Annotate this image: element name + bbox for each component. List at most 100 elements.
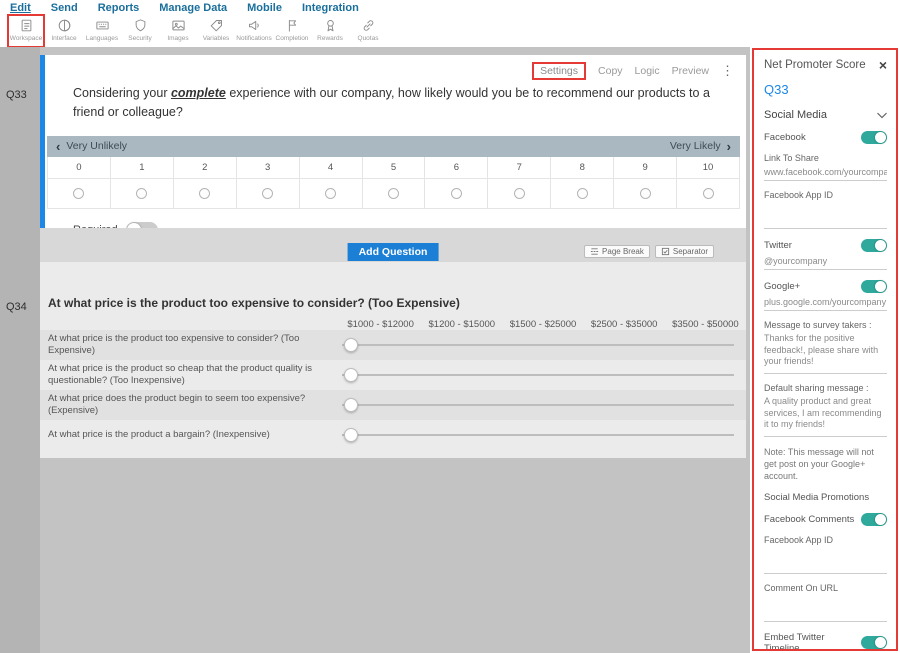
radio-button[interactable] xyxy=(199,188,210,199)
google-plus-toggle[interactable] xyxy=(861,280,887,293)
quotas-icon xyxy=(361,18,376,33)
settings-button[interactable]: Settings xyxy=(532,62,586,80)
chevron-left-icon[interactable]: ‹ xyxy=(56,139,60,154)
price-slider xyxy=(342,368,734,382)
menu-manage-data[interactable]: Manage Data xyxy=(159,2,227,15)
facebook-toggle[interactable] xyxy=(861,131,887,144)
nps-left-anchor: Very Unlikely xyxy=(66,140,127,152)
google-plus-label: Google+ xyxy=(764,281,800,292)
logic-button[interactable]: Logic xyxy=(635,65,660,77)
more-options-icon[interactable]: ⋮ xyxy=(721,63,734,79)
toolbar-notifications[interactable]: Notifications xyxy=(236,15,272,47)
panel-question-link[interactable]: Q33 xyxy=(764,82,887,97)
copy-button[interactable]: Copy xyxy=(598,65,623,77)
radio-button[interactable] xyxy=(514,188,525,199)
price-slider xyxy=(342,398,734,412)
menu-reports[interactable]: Reports xyxy=(98,2,140,15)
nps-scale-header: ‹Very Unlikely Very Likely› xyxy=(47,136,740,157)
nps-radio-cell xyxy=(425,179,488,209)
notifications-icon xyxy=(247,18,262,33)
toolbar-interface[interactable]: Interface xyxy=(46,15,82,47)
nps-number: 4 xyxy=(300,157,363,179)
slider-track[interactable] xyxy=(342,404,734,406)
radio-button[interactable] xyxy=(325,188,336,199)
comment-on-url-input[interactable] xyxy=(764,595,887,622)
nps-scale: ‹Very Unlikely Very Likely› 0 1 2 3 4 5 … xyxy=(47,136,740,209)
chevron-down-icon xyxy=(877,112,887,119)
embed-twitter-timeline-label: Embed Twitter Timeline xyxy=(764,632,861,651)
slider-track[interactable] xyxy=(342,344,734,346)
toolbar-quotas[interactable]: Quotas xyxy=(350,15,386,47)
twitter-row: Twitter xyxy=(764,239,887,252)
toolbar: Workspace Interface Languages Security I… xyxy=(0,15,900,47)
toolbar-label: Interface xyxy=(51,35,76,42)
menu-edit[interactable]: Edit xyxy=(10,2,31,15)
header-spacer xyxy=(40,319,340,330)
question-actions: Settings Copy Logic Preview ⋮ xyxy=(532,62,734,80)
q34-column-headers: $1000 - $12000 $1200 - $15000 $1500 - $2… xyxy=(40,319,746,330)
preview-button[interactable]: Preview xyxy=(672,65,709,77)
toolbar-rewards[interactable]: Rewards xyxy=(312,15,348,47)
radio-button[interactable] xyxy=(73,188,84,199)
price-range-header: $2500 - $35000 xyxy=(584,319,665,330)
social-media-section-header[interactable]: Social Media xyxy=(764,109,887,121)
facebook-app-id-label: Facebook App ID xyxy=(764,190,887,200)
page-break-label: Page Break xyxy=(602,247,644,256)
toolbar-languages[interactable]: Languages xyxy=(84,15,120,47)
page-break-button[interactable]: Page Break xyxy=(584,245,650,258)
message-to-survey-takers-input[interactable]: Thanks for the positive feedback!, pleas… xyxy=(764,333,887,374)
radio-button[interactable] xyxy=(703,188,714,199)
menu-integration[interactable]: Integration xyxy=(302,2,359,15)
radio-button[interactable] xyxy=(262,188,273,199)
question-index-strip: Q33 Q34 xyxy=(0,47,40,653)
menu-mobile[interactable]: Mobile xyxy=(247,2,282,15)
slider-handle[interactable] xyxy=(344,428,358,442)
question-text: Considering your complete experience wit… xyxy=(73,84,712,123)
default-sharing-message-input[interactable]: A quality product and great services, I … xyxy=(764,396,887,437)
facebook-comments-toggle[interactable] xyxy=(861,513,887,526)
toolbar-workspace[interactable]: Workspace xyxy=(8,15,44,47)
radio-button[interactable] xyxy=(640,188,651,199)
facebook-app-id-input[interactable] xyxy=(764,202,887,229)
nps-number: 5 xyxy=(363,157,426,179)
link-to-share-input[interactable] xyxy=(764,165,887,181)
radio-button[interactable] xyxy=(136,188,147,199)
toolbar-completion[interactable]: Completion xyxy=(274,15,310,47)
question-card-q33: Settings Copy Logic Preview ⋮ Considerin… xyxy=(40,55,746,228)
slider-handle[interactable] xyxy=(344,398,358,412)
nps-radio-cell xyxy=(363,179,426,209)
close-icon[interactable]: × xyxy=(879,58,887,72)
twitter-handle-input[interactable] xyxy=(764,254,887,270)
menu-bar: Edit Send Reports Manage Data Mobile Int… xyxy=(0,0,900,15)
slider-track[interactable] xyxy=(342,374,734,376)
radio-button[interactable] xyxy=(451,188,462,199)
chevron-right-icon[interactable]: › xyxy=(727,139,731,154)
twitter-toggle[interactable] xyxy=(861,239,887,252)
toolbar-label: Completion xyxy=(276,35,309,42)
separator-button[interactable]: Separator xyxy=(655,245,714,258)
facebook-row: Facebook xyxy=(764,131,887,144)
toolbar-variables[interactable]: Variables xyxy=(198,15,234,47)
embed-twitter-timeline-toggle[interactable] xyxy=(861,636,887,649)
q34-title: At what price is the product too expensi… xyxy=(48,296,746,310)
menu-send[interactable]: Send xyxy=(51,2,78,15)
radio-button[interactable] xyxy=(577,188,588,199)
toolbar-images[interactable]: Images xyxy=(160,15,196,47)
nps-radio-row xyxy=(47,179,740,209)
slider-handle[interactable] xyxy=(344,338,358,352)
facebook-app-id-2-input[interactable] xyxy=(764,547,887,574)
nps-radio-cell xyxy=(174,179,237,209)
slider-track[interactable] xyxy=(342,434,734,436)
price-range-header: $3500 - $50000 xyxy=(665,319,746,330)
panel-header: Net Promoter Score × xyxy=(764,58,887,72)
separator-icon xyxy=(661,247,670,256)
radio-button[interactable] xyxy=(388,188,399,199)
add-question-button[interactable]: Add Question xyxy=(348,243,439,261)
slider-handle[interactable] xyxy=(344,368,358,382)
google-plus-url-input[interactable] xyxy=(764,295,887,311)
question-number-q33: Q33 xyxy=(6,89,27,101)
security-icon xyxy=(133,18,148,33)
toolbar-security[interactable]: Security xyxy=(122,15,158,47)
languages-icon xyxy=(95,18,110,33)
interface-icon xyxy=(57,18,72,33)
